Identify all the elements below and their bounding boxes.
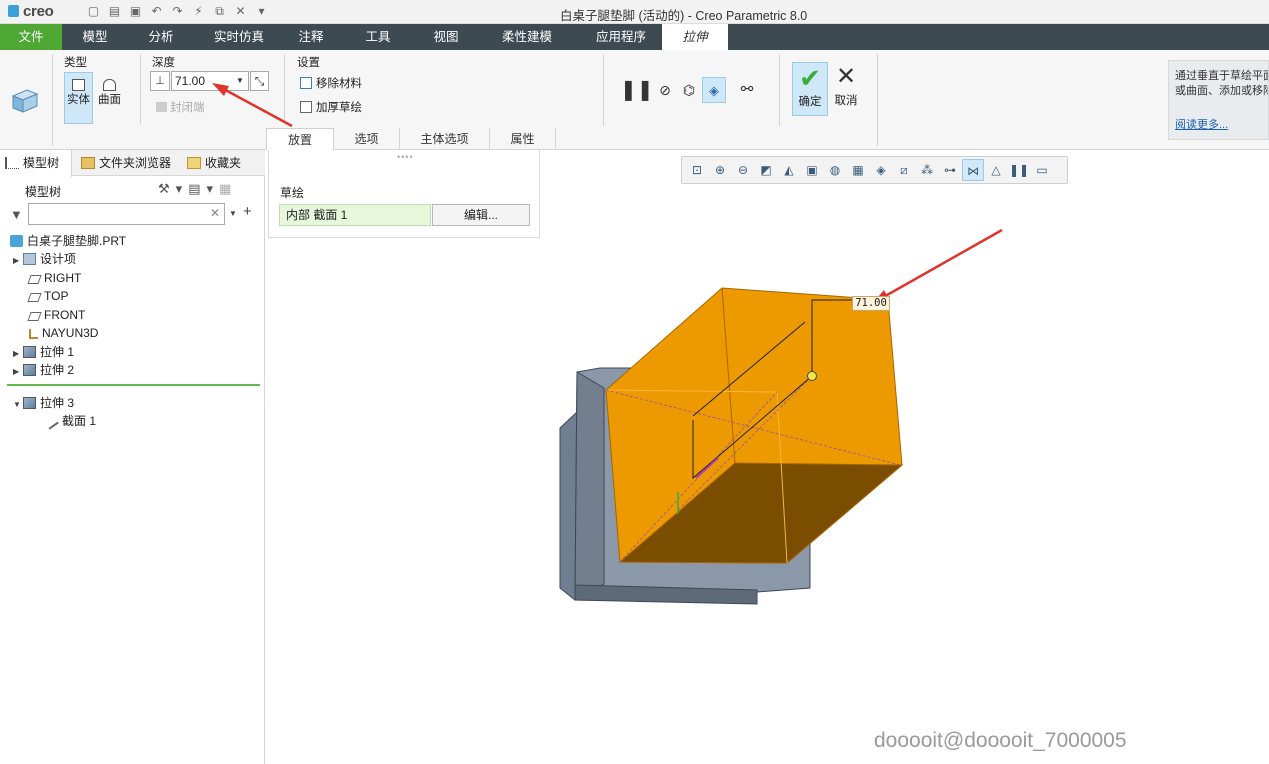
perspective-icon[interactable]: ▦: [847, 159, 869, 181]
panel-grip[interactable]: ••••: [397, 152, 414, 162]
edit-sketch-button[interactable]: 编辑...: [432, 204, 530, 226]
base-part-side: [574, 371, 605, 601]
drag-handle[interactable]: [807, 371, 817, 381]
view-manager-icon[interactable]: ◍: [824, 159, 846, 181]
repaint-icon[interactable]: ◩: [755, 159, 777, 181]
annotation-arrowhead: [212, 83, 229, 96]
refit-icon[interactable]: ⊡: [686, 159, 708, 181]
csys-display-icon[interactable]: △: [985, 159, 1007, 181]
display-style-icon[interactable]: ◭: [778, 159, 800, 181]
annotation-arrow: [879, 228, 1003, 301]
tag-display-icon[interactable]: ▭: [1031, 159, 1053, 181]
sketch-collector[interactable]: 内部 截面 1: [279, 204, 431, 226]
section-icon[interactable]: ◈: [870, 159, 892, 181]
watermark: dooooit@dooooit_7000005: [874, 729, 1127, 752]
depth-dimension-label[interactable]: 71.00: [852, 296, 890, 311]
spin-center-icon[interactable]: ⊶: [939, 159, 961, 181]
saved-views-icon[interactable]: ▣: [801, 159, 823, 181]
placement-panel: •••• 草绘 内部 截面 1 编辑...: [268, 150, 540, 238]
pause-icon[interactable]: ❚❚: [1008, 159, 1030, 181]
in-graphics-toolbar: ⊡ ⊕ ⊖ ◩ ◭ ▣ ◍ ▦ ◈ ⧄ ⁂ ⊶ ⋈ △ ❚❚ ▭: [681, 156, 1068, 184]
sketch-label: 草绘: [280, 186, 305, 200]
annotation-arrow: [217, 84, 293, 128]
annotation-display-icon[interactable]: ⁂: [916, 159, 938, 181]
model-preview: [212, 83, 1003, 605]
point-display-icon[interactable]: ⋈: [962, 159, 984, 181]
zoom-out-icon[interactable]: ⊖: [732, 159, 754, 181]
datum-display-icon[interactable]: ⧄: [893, 159, 915, 181]
zoom-in-icon[interactable]: ⊕: [709, 159, 731, 181]
